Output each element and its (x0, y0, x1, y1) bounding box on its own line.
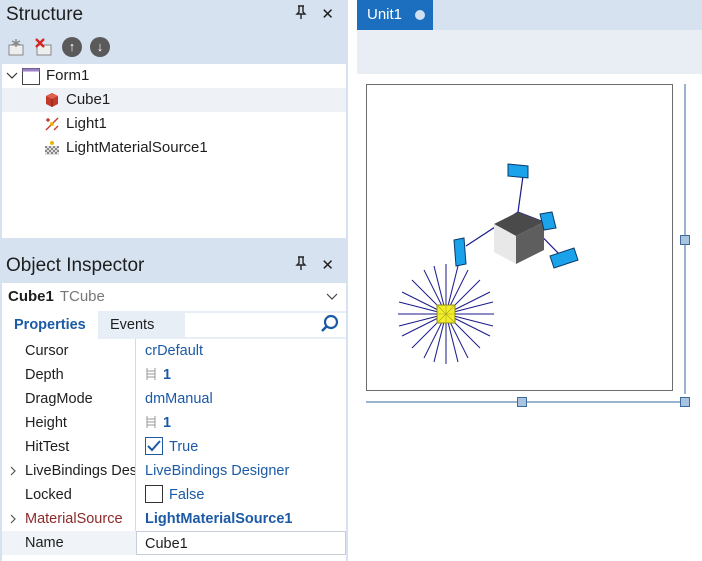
editor-tabbar: Unit1 (357, 0, 702, 30)
structure-tree: Form1 Cube1 Light1 LightMaterialSource1 (2, 64, 346, 238)
property-value[interactable]: 1 (145, 363, 171, 387)
tree-item-light1[interactable]: Light1 (2, 112, 346, 136)
modified-dot-icon (415, 10, 425, 20)
pin-icon[interactable] (295, 251, 307, 281)
property-grid: Cursor crDefault Depth 1 DragMode dmManu… (2, 339, 346, 561)
property-value[interactable]: dmManual (145, 387, 213, 411)
tree-item-label: Cube1 (66, 91, 111, 108)
property-row[interactable]: Depth 1 (2, 363, 346, 387)
viewport-3d[interactable] (366, 84, 673, 391)
inspector-tabs: Properties Events (2, 311, 346, 339)
spin-icon (146, 368, 156, 380)
property-value[interactable]: True (145, 435, 198, 459)
property-value-text: 1 (163, 367, 172, 383)
object-inspector-title: Object Inspector (6, 255, 145, 276)
tab-events[interactable]: Events (98, 311, 166, 339)
checkbox-checked[interactable] (145, 437, 163, 455)
structure-toolbar: ↑ ↓ (0, 30, 348, 64)
property-row[interactable]: LiveBindings Designer LiveBindings Desig… (2, 459, 346, 483)
close-icon[interactable]: ✕ (321, 0, 334, 30)
property-value-text: False (169, 487, 205, 503)
property-name: Height (25, 415, 67, 431)
tree-item-label: Light1 (66, 115, 107, 132)
property-name: LiveBindings Designer (25, 463, 135, 479)
property-row[interactable]: Locked False (2, 483, 346, 507)
property-name: HitTest (25, 439, 70, 455)
property-name: Name (25, 535, 64, 551)
tab-label: Unit1 (367, 6, 403, 23)
property-row[interactable]: HitTest True (2, 435, 346, 459)
light-gizmo[interactable] (398, 264, 494, 364)
corner-resize-handle[interactable] (680, 397, 690, 407)
pin-icon[interactable] (295, 0, 307, 30)
property-value-text: 1 (163, 415, 172, 431)
tree-item-lightmaterialsource1[interactable]: LightMaterialSource1 (2, 136, 346, 160)
cube-icon (44, 92, 60, 108)
property-name: DragMode (25, 391, 93, 407)
tree-item-label: LightMaterialSource1 (66, 139, 208, 156)
structure-panel-header: Structure ✕ (0, 0, 348, 30)
property-name: Locked (25, 487, 72, 503)
tab-unit1[interactable]: Unit1 (357, 0, 433, 30)
spin-icon (146, 416, 156, 428)
form-icon (22, 68, 40, 85)
property-row[interactable]: Height 1 (2, 411, 346, 435)
property-name: Cursor (25, 343, 69, 359)
light-icon (44, 116, 60, 132)
bottom-resize-handle[interactable] (517, 397, 527, 407)
property-row[interactable]: Name Cube1 (2, 531, 346, 555)
property-name: MaterialSource (25, 511, 123, 527)
property-search-input[interactable] (185, 313, 346, 337)
property-row[interactable]: DragMode dmManual (2, 387, 346, 411)
right-resize-handle[interactable] (680, 235, 690, 245)
property-value[interactable]: 1 (145, 411, 171, 435)
checkbox-unchecked[interactable] (145, 485, 163, 503)
delete-item-icon[interactable] (33, 36, 55, 58)
property-edit-input[interactable]: Cube1 (136, 531, 346, 555)
close-icon[interactable]: ✕ (321, 251, 334, 281)
object-inspector-header: Object Inspector ✕ (0, 251, 348, 281)
material-icon (44, 140, 60, 156)
tab-properties[interactable]: Properties (2, 311, 98, 339)
cube-object[interactable] (453, 163, 579, 269)
structure-title: Structure (6, 4, 84, 25)
tree-item-form1[interactable]: Form1 (2, 64, 346, 88)
move-up-icon[interactable]: ↑ (61, 36, 83, 58)
property-value[interactable]: crDefault (145, 339, 203, 363)
ide-window: Structure ✕ ↑ ↓ Form1 Cube1 Light1 Light… (0, 0, 702, 561)
property-value-text: True (169, 439, 199, 455)
move-down-icon[interactable]: ↓ (89, 36, 111, 58)
property-value[interactable]: LiveBindings Designer (145, 459, 289, 483)
component-type: TCube (59, 288, 105, 305)
tree-item-cube1[interactable]: Cube1 (2, 88, 346, 112)
component-selector[interactable]: Cube1 TCube (2, 283, 346, 311)
left-dock: Structure ✕ ↑ ↓ Form1 Cube1 Light1 Light… (0, 0, 348, 561)
property-value[interactable]: False (145, 483, 204, 507)
tree-item-label: Form1 (46, 67, 90, 84)
new-item-icon[interactable] (5, 36, 27, 58)
designer-toolbar-strip (357, 30, 702, 74)
splitter[interactable] (348, 0, 357, 561)
search-icon[interactable] (320, 314, 340, 334)
property-row[interactable]: MaterialSource LightMaterialSource1 (2, 507, 346, 531)
property-row[interactable]: Cursor crDefault (2, 339, 346, 363)
property-name: Depth (25, 367, 64, 383)
property-value[interactable]: LightMaterialSource1 (145, 507, 292, 531)
component-name: Cube1 (8, 288, 54, 305)
